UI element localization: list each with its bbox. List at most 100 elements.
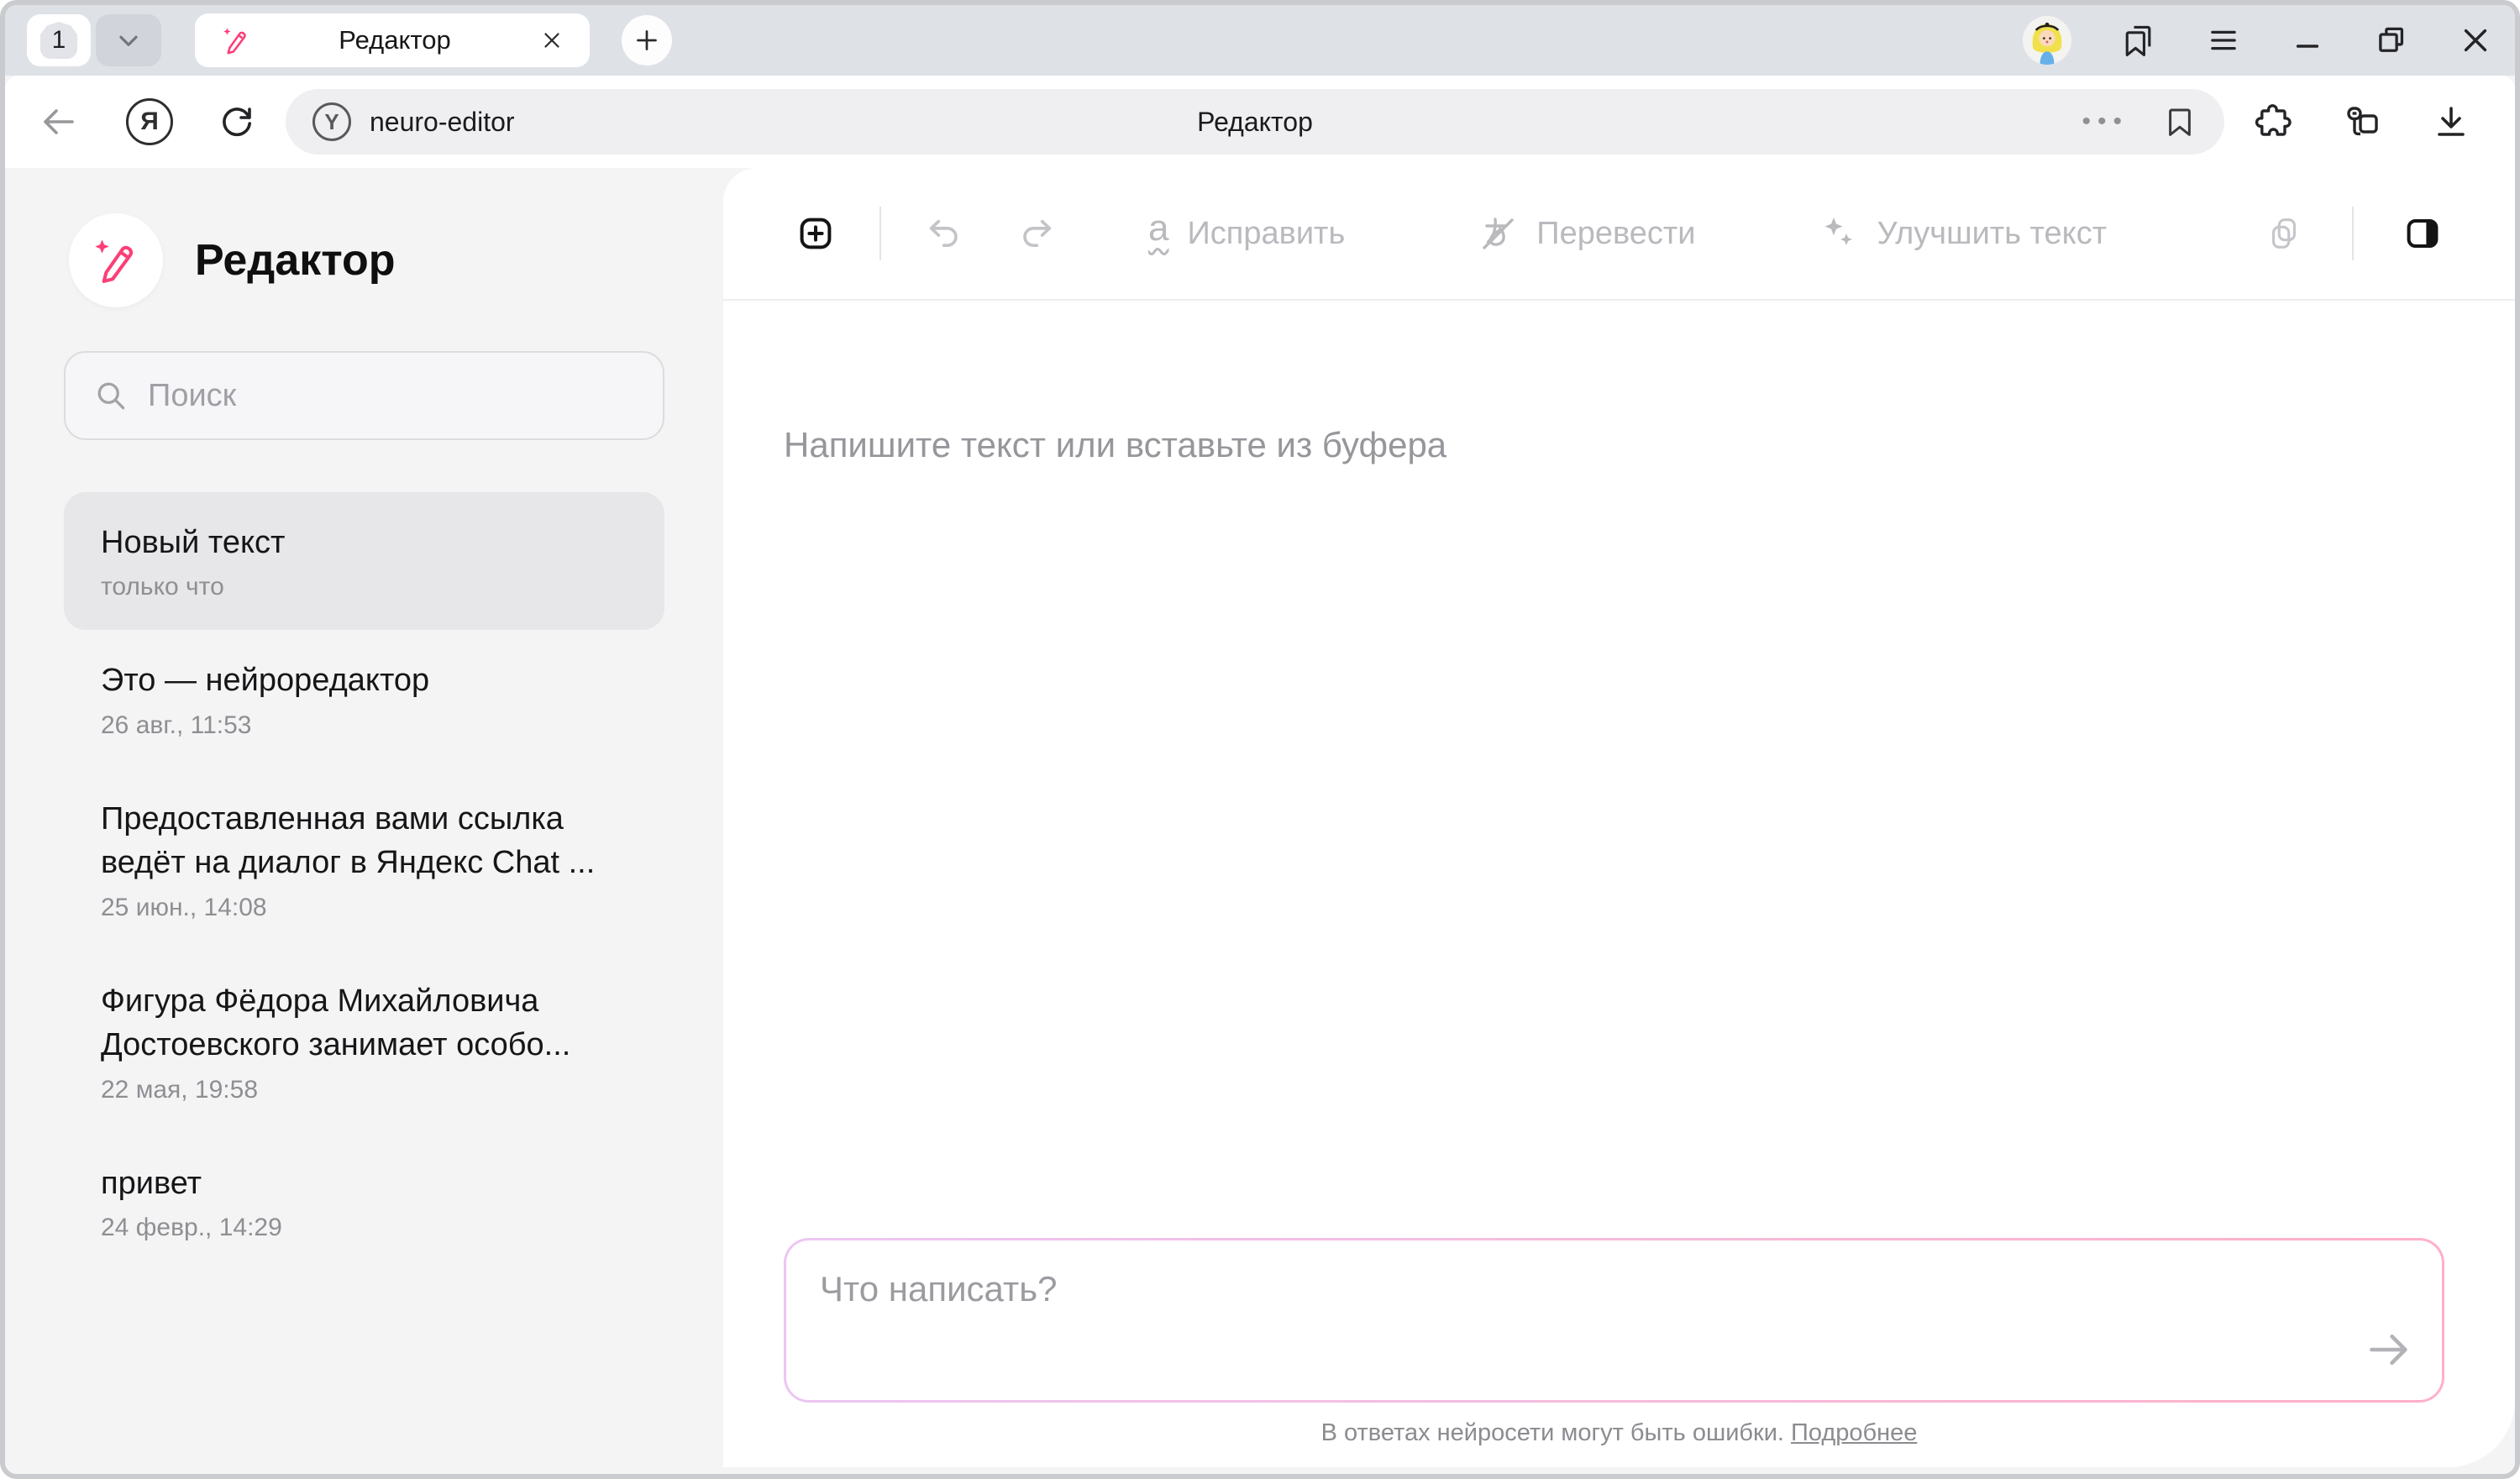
- address-bar-actions: •••: [2082, 104, 2197, 139]
- document-item[interactable]: Предоставленная вами ссылка ведёт на диа…: [64, 768, 664, 951]
- document-title: Предоставленная вами ссылка ведёт на диа…: [101, 797, 627, 885]
- redo-button[interactable]: [1017, 214, 1056, 253]
- editor-placeholder: Напишите текст или вставьте из буфера: [784, 425, 2454, 465]
- search-icon: [92, 377, 129, 414]
- minimize-button[interactable]: [2290, 23, 2325, 58]
- passwords-button[interactable]: [2342, 102, 2382, 142]
- extensions-button[interactable]: [2253, 102, 2293, 142]
- spellcheck-icon: а: [1148, 210, 1168, 257]
- restore-window-button[interactable]: [2374, 23, 2409, 58]
- document-list: Новый текст только что Это — нейроредакт…: [64, 492, 664, 1271]
- plus-square-icon: [795, 213, 836, 254]
- disclaimer-text: В ответах нейросети могут быть ошибки.: [1321, 1419, 1784, 1446]
- page-title: Редактор: [1197, 107, 1313, 138]
- document-item[interactable]: Это — нейроредактор 26 авг., 11:53: [64, 630, 664, 768]
- tab-editor[interactable]: Редактор: [195, 13, 590, 67]
- tabbar-right-controls: [2023, 16, 2493, 65]
- sparkles-icon: [1819, 213, 1859, 254]
- translate-button[interactable]: Перевести: [1478, 213, 1695, 254]
- restore-icon: [2374, 23, 2409, 58]
- site-favicon: Y: [312, 102, 351, 141]
- yandex-home-button[interactable]: Я: [126, 98, 173, 145]
- bookmarks-panel-button[interactable]: [2120, 22, 2157, 59]
- tab-bar: 1 Редактор: [5, 5, 2515, 76]
- hamburger-menu-icon: [2206, 23, 2241, 58]
- url-text: neuro-editor: [370, 107, 515, 138]
- editor-toolbar: а Исправить Перевести: [723, 168, 2515, 301]
- document-title: Новый текст: [101, 521, 627, 564]
- document-timestamp: 25 июн., 14:08: [101, 894, 627, 922]
- search-box[interactable]: [64, 351, 664, 440]
- app-logo-row: Редактор: [69, 213, 664, 307]
- document-timestamp: 26 авг., 11:53: [101, 711, 627, 740]
- downloads-button[interactable]: [2431, 102, 2471, 142]
- document-timestamp: 24 февр., 14:29: [101, 1214, 627, 1242]
- magic-pencil-icon: [220, 25, 250, 55]
- copy-icon: [2265, 214, 2303, 253]
- reload-button[interactable]: [217, 102, 257, 142]
- copy-button[interactable]: [2265, 214, 2303, 253]
- chevron-down-icon: [113, 25, 144, 55]
- tab-count-badge: 1: [40, 22, 77, 59]
- document-editor[interactable]: Напишите текст или вставьте из буфера: [723, 301, 2515, 1238]
- close-icon: [2458, 23, 2493, 58]
- panel-layout-icon: [2402, 213, 2443, 254]
- app-logo: [69, 213, 163, 307]
- page-content: Редактор Новый текст только что Это — не…: [5, 168, 2515, 1474]
- profile-avatar[interactable]: [2023, 16, 2071, 65]
- improve-text-button[interactable]: Улучшить текст: [1819, 213, 2108, 254]
- site-letter: Y: [324, 109, 339, 135]
- document-item[interactable]: Фигура Фёдора Михайловича Достоевского з…: [64, 951, 664, 1133]
- avatar-illustration: [2023, 16, 2071, 65]
- documents-sidebar: Редактор Новый текст только что Это — не…: [5, 168, 723, 1474]
- double-bookmark-icon: [2120, 22, 2157, 59]
- document-item-new-text[interactable]: Новый текст только что: [64, 492, 664, 630]
- key-wallet-icon: [2342, 102, 2382, 142]
- search-input[interactable]: [148, 378, 636, 414]
- tab-list-dropdown-button[interactable]: [96, 14, 161, 66]
- magic-pencil-icon: [92, 236, 140, 285]
- back-button[interactable]: [39, 102, 79, 142]
- puzzle-icon: [2253, 102, 2293, 142]
- tab-group-button[interactable]: 1: [27, 14, 91, 66]
- arrow-right-icon: [2365, 1325, 2413, 1374]
- back-arrow-icon: [39, 102, 79, 142]
- toolbar-divider: [2352, 207, 2354, 260]
- ai-disclaimer: В ответах нейросети могут быть ошибки. П…: [723, 1403, 2515, 1467]
- translate-label: Перевести: [1536, 216, 1695, 252]
- tab-close-icon[interactable]: [539, 28, 564, 53]
- new-document-button[interactable]: [795, 213, 836, 254]
- document-timestamp: только что: [101, 573, 627, 601]
- browser-menu-button[interactable]: [2206, 23, 2241, 58]
- address-bar-row: Я Y neuro-editor Редактор •••: [5, 76, 2515, 168]
- tab-title: Редактор: [250, 25, 539, 55]
- prompt-input[interactable]: [786, 1240, 2442, 1400]
- minimize-icon: [2290, 23, 2325, 58]
- improve-label: Улучшить текст: [1877, 216, 2108, 252]
- plus-icon: [632, 25, 662, 55]
- nav-right-icons: [2253, 102, 2471, 142]
- document-title: Это — нейроредактор: [101, 658, 627, 702]
- redo-icon: [1017, 214, 1056, 253]
- download-icon: [2431, 102, 2471, 142]
- document-title: привет: [101, 1162, 627, 1205]
- document-item[interactable]: привет 24 февр., 14:29: [64, 1133, 664, 1271]
- undo-button[interactable]: [925, 214, 963, 253]
- prompt-box: [784, 1238, 2444, 1403]
- learn-more-link[interactable]: Подробнее: [1791, 1419, 1917, 1446]
- fix-label: Исправить: [1187, 216, 1345, 252]
- address-bar[interactable]: Y neuro-editor Редактор •••: [286, 89, 2224, 155]
- bookmark-icon[interactable]: [2162, 104, 2197, 139]
- fix-text-button[interactable]: а Исправить: [1148, 210, 1345, 257]
- send-button[interactable]: [2365, 1325, 2413, 1378]
- translate-icon: [1478, 213, 1518, 254]
- document-title: Фигура Фёдора Михайловича Достоевского з…: [101, 979, 627, 1067]
- prompt-inner: [786, 1240, 2442, 1400]
- toolbar-divider: [879, 207, 881, 260]
- toggle-sidebar-button[interactable]: [2402, 213, 2443, 254]
- new-tab-button[interactable]: [622, 15, 672, 66]
- close-window-button[interactable]: [2458, 23, 2493, 58]
- document-timestamp: 22 мая, 19:58: [101, 1076, 627, 1104]
- more-actions-button[interactable]: •••: [2082, 108, 2129, 136]
- reload-icon: [217, 102, 257, 142]
